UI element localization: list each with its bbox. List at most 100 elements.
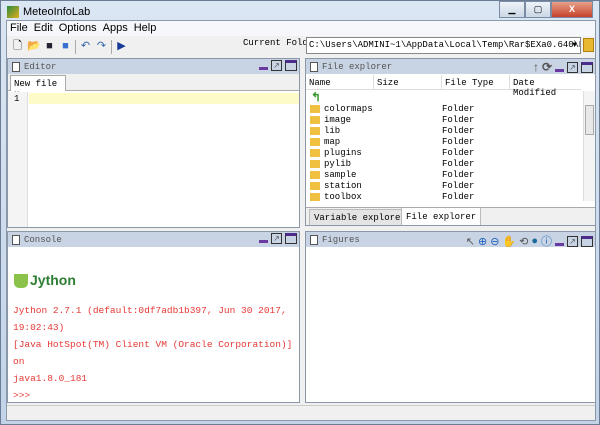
file-name: plugins <box>324 147 362 158</box>
figure-canvas[interactable] <box>306 247 595 402</box>
file-row[interactable]: map Folder <box>306 136 576 147</box>
minimize-panel-icon[interactable] <box>555 242 564 246</box>
column-file-type[interactable]: File Type <box>441 75 509 89</box>
console-output[interactable]: Jython 2.7.1 (default:0df7adb1b397, Jun … <box>13 302 299 404</box>
file-row[interactable]: image Folder <box>306 114 576 125</box>
folder-icon <box>310 148 320 157</box>
folder-icon <box>310 159 320 168</box>
float-panel-icon[interactable]: ↗ <box>271 60 282 71</box>
console-title: Console <box>24 234 62 245</box>
file-explorer-title: File explorer <box>322 61 393 72</box>
folder-icon <box>310 137 320 146</box>
menu-apps[interactable]: Apps <box>103 21 128 36</box>
new-file-icon[interactable]: 🗋 <box>11 40 24 53</box>
client-area: File Edit Options Apps Help 🗋 📂 ■ ■ ↶ ↷ … <box>6 20 596 421</box>
rotate-icon[interactable]: ⟲ <box>519 235 528 248</box>
code-editor[interactable] <box>29 92 299 227</box>
tab-variable-explorer[interactable]: Variable explorer <box>309 209 411 225</box>
column-size[interactable]: Size <box>373 75 441 89</box>
scrollbar[interactable] <box>583 91 595 201</box>
separator <box>111 39 112 54</box>
minimize-panel-icon[interactable] <box>259 240 268 243</box>
save-icon[interactable]: ■ <box>43 40 56 53</box>
maximize-panel-icon[interactable] <box>581 235 593 247</box>
float-panel-icon[interactable]: ↗ <box>567 235 578 247</box>
maximize-panel-icon[interactable] <box>285 60 297 71</box>
figures-title: Figures <box>322 234 360 245</box>
file-name: image <box>324 114 352 125</box>
panel-icon <box>310 61 318 72</box>
menu-file[interactable]: File <box>10 21 28 36</box>
refresh-icon[interactable]: ⟳ <box>542 60 552 74</box>
menu-bar: File Edit Options Apps Help <box>7 21 595 36</box>
folder-icon <box>310 170 320 179</box>
separator <box>75 39 76 54</box>
file-row[interactable]: toolbox Folder <box>306 191 576 202</box>
column-name[interactable]: Name <box>306 75 373 89</box>
minimize-panel-icon[interactable] <box>555 68 564 72</box>
console-panel: Console ↗ Jython Jython 2.7.1 (default:0… <box>7 231 300 403</box>
minimize-button[interactable]: ▁ <box>499 1 525 18</box>
console-line: [Java HotSpot(TM) Client VM (Oracle Corp… <box>13 339 293 367</box>
tab-label: New file <box>14 79 58 89</box>
file-row[interactable]: station Folder <box>306 180 576 191</box>
file-name: station <box>324 180 362 191</box>
file-explorer-panel: File explorer ↑ ⟳ ↗ Name Size File Type Da… <box>305 58 596 226</box>
console-line: java1.8.0_181 <box>13 373 88 384</box>
status-bar <box>7 405 595 420</box>
float-panel-icon[interactable]: ↗ <box>271 233 282 244</box>
menu-edit[interactable]: Edit <box>34 21 53 36</box>
menu-help[interactable]: Help <box>134 21 157 36</box>
redo-icon[interactable]: ↷ <box>95 40 108 53</box>
file-type: Folder <box>442 158 475 169</box>
minimize-panel-icon[interactable] <box>259 67 268 70</box>
close-button[interactable]: X <box>551 1 593 18</box>
menu-options[interactable]: Options <box>59 21 97 36</box>
line-number: 1 <box>14 94 20 104</box>
scrollbar-thumb[interactable] <box>585 105 594 135</box>
current-folder-select[interactable]: C:\Users\ADMINI~1\AppData\Local\Temp\Rar… <box>306 37 581 54</box>
file-type: Folder <box>442 147 475 158</box>
file-row[interactable]: sample Folder <box>306 169 576 180</box>
float-panel-icon[interactable]: ↗ <box>567 61 578 73</box>
file-name: toolbox <box>324 191 362 202</box>
tab-new-file[interactable]: New file x <box>10 75 66 99</box>
editor-title: Editor <box>24 61 57 72</box>
maximize-panel-icon[interactable] <box>285 233 297 244</box>
zoom-out-icon[interactable]: ⊖ <box>490 235 499 248</box>
panel-icon <box>310 234 318 245</box>
jython-logo: Jython <box>14 254 76 288</box>
current-folder-value: C:\Users\ADMINI~1\AppData\Local\Temp\Rar… <box>309 40 581 50</box>
globe-icon[interactable]: ● <box>531 235 538 247</box>
column-date-modified[interactable]: Date Modified <box>509 75 581 98</box>
file-row[interactable]: lib Folder <box>306 125 576 136</box>
file-row[interactable]: pylib Folder <box>306 158 576 169</box>
tab-file-explorer[interactable]: File explorer <box>401 208 482 225</box>
file-type: Folder <box>442 114 475 125</box>
run-icon[interactable]: ▶ <box>115 40 128 53</box>
main-window: MeteoInfoLab ▁ ▢ X File Edit Options App… <box>0 0 600 425</box>
panel-icon <box>12 61 20 72</box>
undo-icon[interactable]: ↶ <box>79 40 92 53</box>
maximize-panel-icon[interactable] <box>581 61 593 73</box>
file-name: map <box>324 136 341 147</box>
back-arrow-icon[interactable]: ↰ <box>311 90 321 104</box>
file-type: Folder <box>442 103 475 114</box>
maximize-button[interactable]: ▢ <box>525 1 551 18</box>
file-name: lib <box>324 125 341 136</box>
file-name: sample <box>324 169 357 180</box>
folder-icon <box>310 104 320 113</box>
select-pointer-icon[interactable]: ↖ <box>466 235 475 248</box>
chevron-down-icon: ▼ <box>572 41 577 50</box>
pan-hand-icon[interactable]: ✋ <box>502 235 516 248</box>
console-line: Jython 2.7.1 (default:0df7adb1b397, Jun … <box>13 305 287 333</box>
browse-folder-icon[interactable] <box>583 38 594 52</box>
line-gutter: 1 <box>8 92 28 227</box>
zoom-in-icon[interactable]: ⊕ <box>478 235 487 248</box>
open-folder-icon[interactable]: 📂 <box>27 40 41 53</box>
save-as-icon[interactable]: ■ <box>59 40 72 53</box>
up-arrow-icon[interactable]: ↑ <box>533 60 539 74</box>
file-row[interactable]: colormaps Folder <box>306 103 576 114</box>
file-type: Folder <box>442 125 475 136</box>
file-row[interactable]: plugins Folder <box>306 147 576 158</box>
